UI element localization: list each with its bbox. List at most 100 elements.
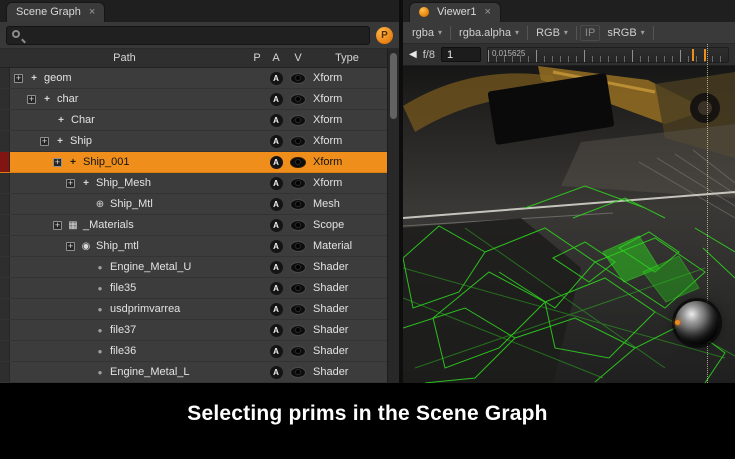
trackball-widget[interactable]	[675, 301, 719, 345]
close-icon[interactable]: ×	[89, 7, 95, 18]
visibility-eye-icon[interactable]	[291, 95, 305, 104]
visibility-eye-icon[interactable]	[291, 305, 305, 314]
active-badge[interactable]: A	[270, 135, 283, 148]
tab-viewer1[interactable]: Viewer1 ×	[409, 2, 501, 22]
expander-icon[interactable]	[40, 137, 49, 146]
tree-row-ship_mtl[interactable]: Ship_mtlAMaterial	[0, 236, 399, 257]
tree-row-ship[interactable]: ShipAXform	[0, 131, 399, 152]
active-badge[interactable]: A	[270, 219, 283, 232]
visibility-eye-icon[interactable]	[291, 74, 305, 83]
toolbar-srgb[interactable]: sRGB▾	[602, 25, 649, 41]
tree-row-_materials[interactable]: _MaterialsAScope	[0, 215, 399, 236]
chevron-down-icon: ▾	[641, 28, 645, 37]
visibility-eye-icon[interactable]	[291, 221, 305, 230]
visibility-eye-icon[interactable]	[291, 200, 305, 209]
toolbar-rgb[interactable]: RGB▾	[531, 25, 573, 41]
column-v[interactable]: V	[287, 52, 309, 64]
shader-icon	[93, 262, 107, 273]
row-select-strip	[0, 110, 10, 130]
mesh-icon	[93, 199, 107, 210]
active-badge[interactable]: A	[270, 93, 283, 106]
active-badge[interactable]: A	[270, 198, 283, 211]
tree-row-geom[interactable]: geomAXform	[0, 68, 399, 89]
expander-icon[interactable]	[53, 158, 62, 167]
toolbar-rgba-alpha[interactable]: rgba.alpha▾	[454, 25, 524, 41]
tree-row-engine_metal_u[interactable]: Engine_Metal_UAShader	[0, 257, 399, 278]
tree-row-file35[interactable]: file35AShader	[0, 278, 399, 299]
visibility-eye-icon[interactable]	[291, 263, 305, 272]
frame-number-field[interactable]: 1	[441, 47, 481, 62]
active-badge[interactable]: A	[270, 156, 283, 169]
close-icon[interactable]: ×	[485, 7, 491, 18]
prim-type: Mesh	[309, 198, 385, 210]
column-type[interactable]: Type	[309, 52, 385, 64]
tree-row-char[interactable]: CharAXform	[0, 110, 399, 131]
shader-icon	[93, 346, 107, 357]
active-cell: A	[265, 198, 287, 211]
fstop-label[interactable]: f/8	[423, 49, 435, 61]
row-select-strip	[0, 278, 10, 298]
tab-viewer1-label: Viewer1	[437, 6, 477, 18]
tree-row-engine_metal_l[interactable]: Engine_Metal_LAShader	[0, 362, 399, 383]
active-badge[interactable]: A	[270, 261, 283, 274]
visibility-eye-icon[interactable]	[291, 347, 305, 356]
active-cell: A	[265, 177, 287, 190]
scope-icon	[66, 220, 80, 231]
search-input[interactable]	[6, 26, 370, 45]
toolbar-item-label: rgba	[412, 27, 434, 39]
prev-frame-icon[interactable]: ◀	[409, 49, 417, 60]
visibility-eye-icon[interactable]	[291, 242, 305, 251]
active-badge[interactable]: A	[270, 345, 283, 358]
visibility-eye-icon[interactable]	[291, 284, 305, 293]
tree-row-char[interactable]: charAXform	[0, 89, 399, 110]
active-badge[interactable]: A	[270, 72, 283, 85]
visibility-eye-icon[interactable]	[291, 179, 305, 188]
expander-icon[interactable]	[66, 179, 75, 188]
active-badge[interactable]: A	[270, 324, 283, 337]
active-badge[interactable]: A	[270, 303, 283, 316]
caption-text: Selecting prims in the Scene Graph	[187, 402, 547, 426]
viewer-viewport[interactable]	[403, 66, 735, 383]
filter-p-button[interactable]: P	[376, 27, 393, 44]
active-badge[interactable]: A	[270, 114, 283, 127]
active-badge[interactable]: A	[270, 240, 283, 253]
active-badge[interactable]: A	[270, 177, 283, 190]
visibility-eye-icon[interactable]	[291, 116, 305, 125]
visibility-eye-icon[interactable]	[291, 137, 305, 146]
tree-row-file36[interactable]: file36AShader	[0, 341, 399, 362]
tree-row-ship_mesh[interactable]: Ship_MeshAXform	[0, 173, 399, 194]
expander-icon[interactable]	[66, 242, 75, 251]
scrollbar-thumb[interactable]	[390, 53, 397, 119]
row-select-strip	[0, 173, 10, 193]
toolbar-item-label: IP	[585, 27, 595, 39]
visibility-eye-icon[interactable]	[291, 158, 305, 167]
active-badge[interactable]: A	[270, 282, 283, 295]
tree-row-ship_001[interactable]: Ship_001AXform	[0, 152, 399, 173]
frame-range-marker[interactable]	[692, 49, 706, 61]
tree-row-file37[interactable]: file37AShader	[0, 320, 399, 341]
vertical-scrollbar[interactable]	[387, 49, 399, 383]
timeline-ruler[interactable]: 0.015625	[487, 47, 729, 63]
column-path[interactable]: Path	[0, 52, 249, 64]
active-cell: A	[265, 261, 287, 274]
visibility-cell	[287, 305, 309, 314]
visibility-eye-icon[interactable]	[291, 368, 305, 377]
tree-row-usdprimvarrea[interactable]: usdprimvarreaAShader	[0, 299, 399, 320]
tab-scene-graph[interactable]: Scene Graph ×	[6, 2, 105, 22]
visibility-eye-icon[interactable]	[291, 326, 305, 335]
active-badge[interactable]: A	[270, 366, 283, 379]
expander-icon[interactable]	[14, 74, 23, 83]
material-icon	[79, 241, 93, 252]
prim-type: Shader	[309, 261, 385, 273]
toolbar-rgba[interactable]: rgba▾	[407, 25, 447, 41]
prim-name: geom	[44, 72, 72, 84]
column-a[interactable]: A	[265, 52, 287, 64]
expander-icon[interactable]	[53, 221, 62, 230]
prim-name: Ship_Mesh	[96, 177, 151, 189]
column-p[interactable]: P	[249, 52, 265, 64]
viewer-toolbar: rgba▾rgba.alpha▾RGB▾IPsRGB▾	[403, 22, 735, 44]
expander-icon[interactable]	[27, 95, 36, 104]
toolbar-ip[interactable]: IP	[580, 25, 600, 41]
tree-row-ship_mtl[interactable]: Ship_MtlAMesh	[0, 194, 399, 215]
active-cell: A	[265, 135, 287, 148]
